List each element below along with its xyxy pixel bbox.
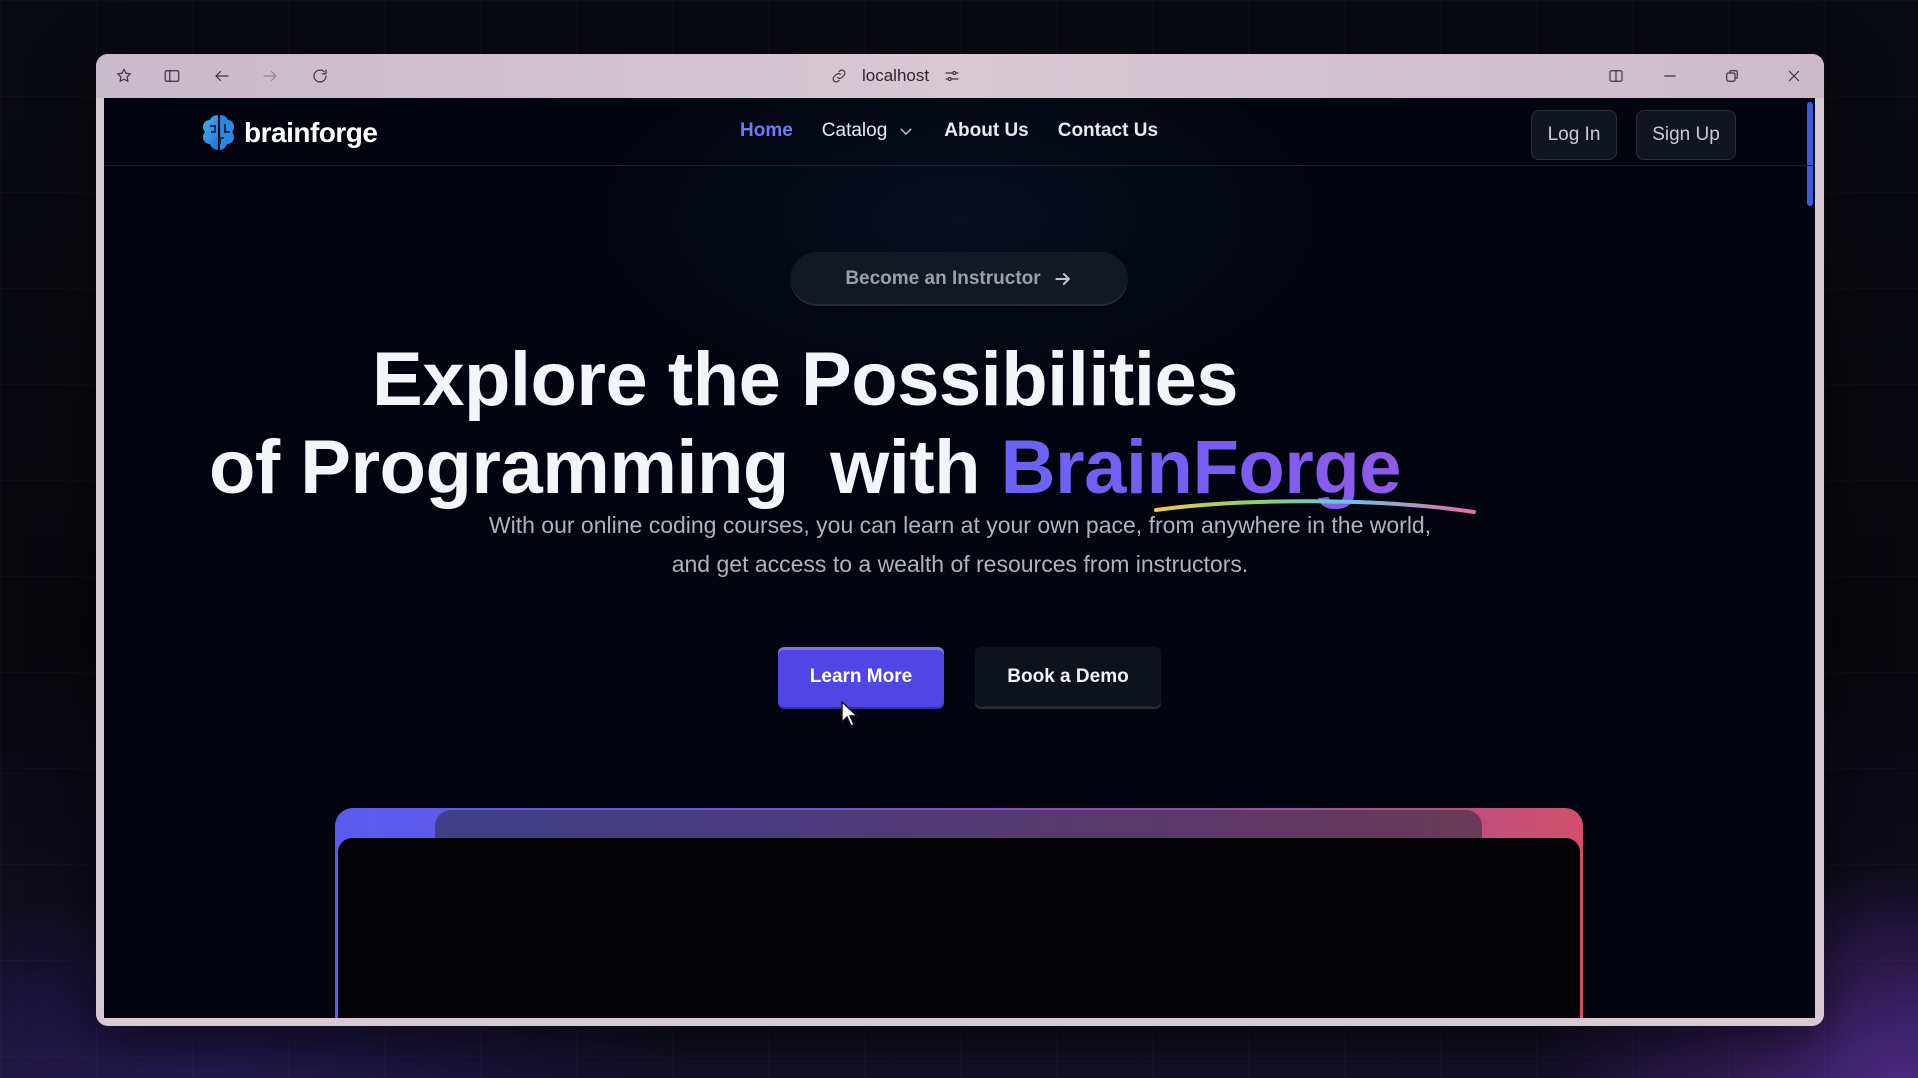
page-viewport: brainforge Home Catalog About Us Contact… xyxy=(104,98,1815,1018)
url-text[interactable]: localhost xyxy=(862,66,929,86)
address-bar[interactable]: localhost xyxy=(830,62,961,90)
site-navbar: brainforge Home Catalog About Us Contact… xyxy=(104,98,1815,166)
main-nav: Home Catalog About Us Contact Us xyxy=(740,120,1187,142)
book-demo-button[interactable]: Book a Demo xyxy=(975,647,1161,707)
minimize-icon[interactable] xyxy=(1656,62,1684,90)
browser-window: localhost brainforge Home Catalog About … xyxy=(96,54,1824,1026)
brain-logo-icon xyxy=(203,115,234,150)
restore-icon[interactable] xyxy=(1718,62,1746,90)
split-view-icon[interactable] xyxy=(1602,62,1630,90)
chevron-down-icon xyxy=(900,128,913,135)
logo-text: brainforge xyxy=(244,117,378,148)
signup-button[interactable]: Sign Up xyxy=(1636,110,1736,160)
sliders-icon[interactable] xyxy=(943,67,961,85)
hero-video[interactable] xyxy=(338,838,1580,1018)
login-button[interactable]: Log In xyxy=(1531,110,1617,160)
nav-catalog-label: Catalog xyxy=(821,120,888,141)
become-instructor-label: Become an Instructor xyxy=(845,268,1041,289)
browser-titlebar: localhost xyxy=(96,54,1824,98)
nav-contact[interactable]: Contact Us xyxy=(1058,120,1158,142)
star-badge-icon[interactable] xyxy=(110,62,138,90)
learn-more-button[interactable]: Learn More xyxy=(778,647,944,707)
forward-icon[interactable] xyxy=(256,62,284,90)
arrow-right-icon xyxy=(1054,273,1070,285)
hero-subtitle: With our online coding courses, you can … xyxy=(488,512,1432,577)
mouse-cursor-icon xyxy=(841,700,859,727)
back-icon[interactable] xyxy=(208,62,236,90)
hero-headline: Explore the Possibilities of Programming… xyxy=(104,336,1506,512)
nav-about[interactable]: About Us xyxy=(944,120,1028,142)
reload-icon[interactable] xyxy=(306,62,334,90)
site-logo[interactable]: brainforge xyxy=(198,112,378,154)
nav-catalog[interactable]: Catalog xyxy=(822,120,916,142)
close-icon[interactable] xyxy=(1780,62,1808,90)
nav-home[interactable]: Home xyxy=(740,120,793,142)
sidebar-icon[interactable] xyxy=(158,62,186,90)
hero-video-frame xyxy=(335,808,1583,1018)
headline-line-2-prefix: of Programming with xyxy=(208,425,1001,510)
become-instructor-button[interactable]: Become an Instructor xyxy=(790,252,1128,306)
headline-line-1: Explore the Possibilities xyxy=(372,337,1239,422)
link-icon xyxy=(832,69,846,83)
